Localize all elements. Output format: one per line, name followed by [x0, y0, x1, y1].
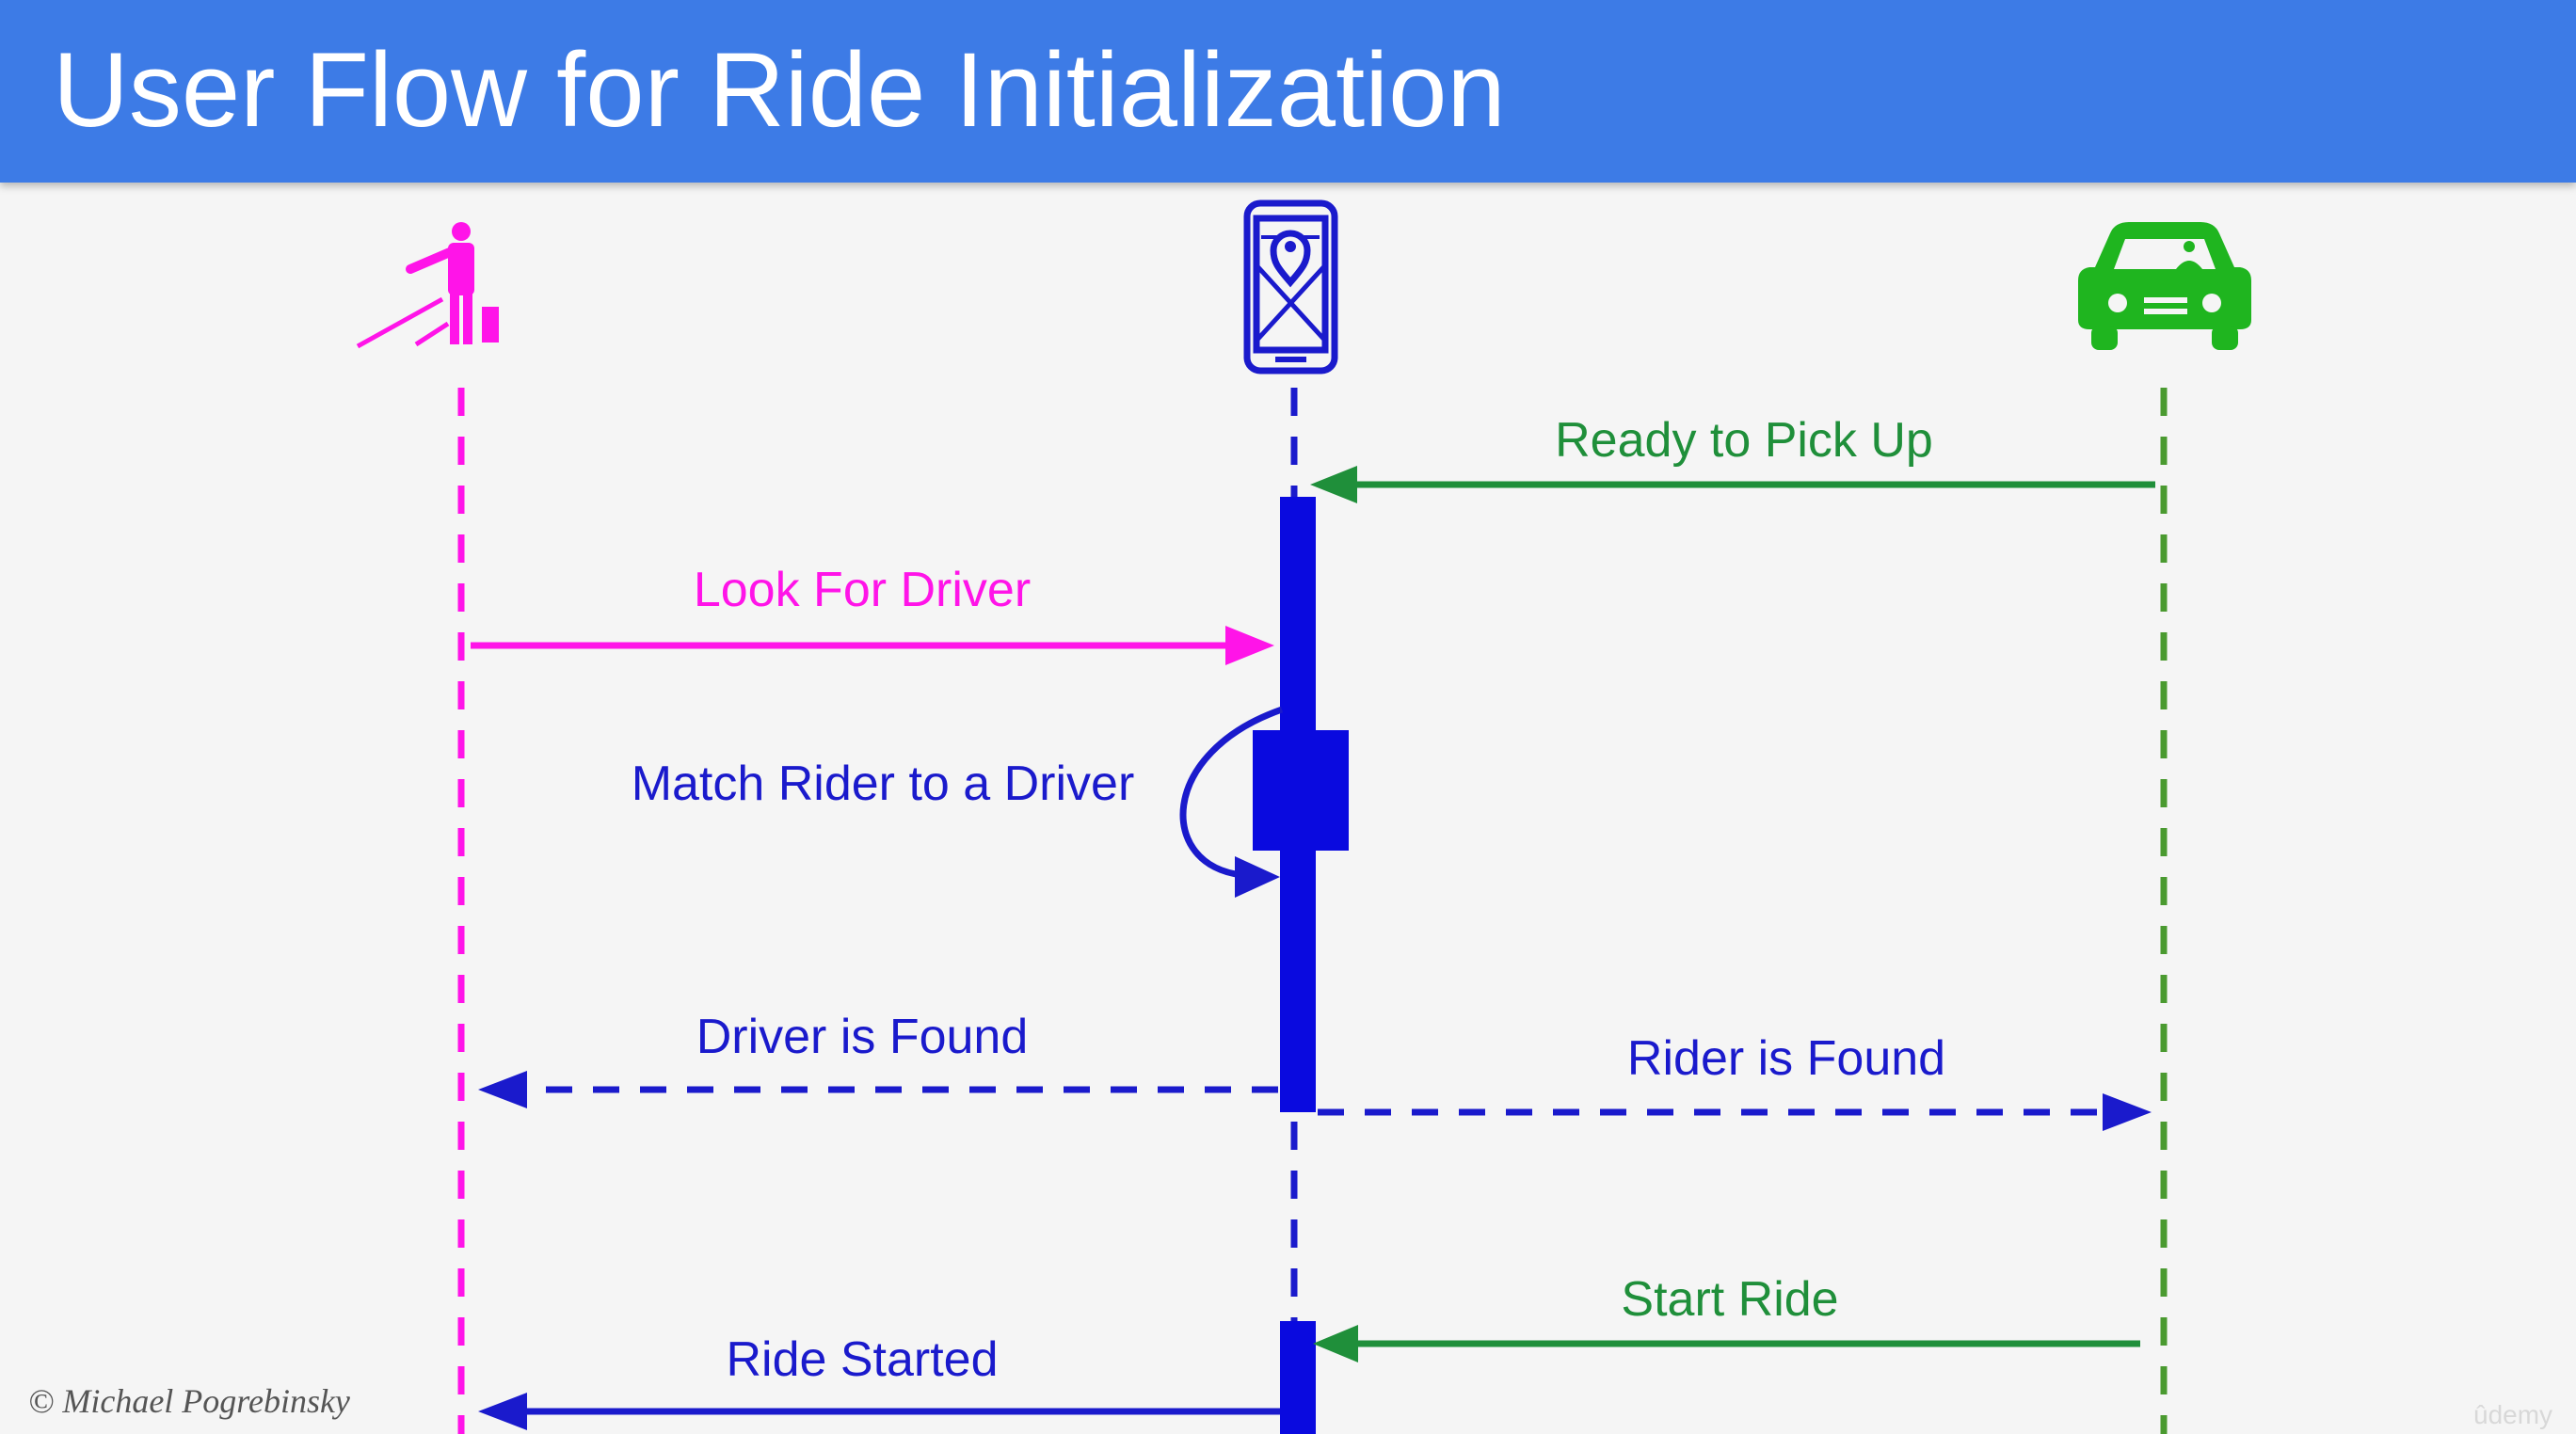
message-driver-is-found: Driver is Found — [478, 1010, 1278, 1108]
arrowhead — [478, 1393, 527, 1430]
arrowhead — [478, 1071, 527, 1108]
driver-car-icon — [2078, 222, 2251, 350]
copyright-notice: © Michael Pogrebinsky — [28, 1382, 350, 1420]
message-label: Look For Driver — [694, 563, 1031, 617]
arrowhead — [2103, 1093, 2152, 1131]
phone-map-app-icon — [1243, 199, 1338, 374]
message-label: Ride Started — [726, 1332, 998, 1387]
message-label: Ready to Pick Up — [1555, 413, 1933, 468]
message-start-ride: Start Ride — [1313, 1272, 2140, 1362]
rider-hailing-icon — [356, 222, 499, 349]
arrowhead — [1313, 1325, 1358, 1362]
message-label: Driver is Found — [696, 1010, 1029, 1064]
sequence-diagram: Ready to Pick Up Look For Driver Match R… — [356, 199, 2251, 1434]
arrowhead — [1235, 856, 1280, 898]
message-look-for-driver: Look For Driver — [471, 563, 1274, 665]
arrowhead — [1310, 466, 1357, 503]
udemy-watermark: ûdemy — [2473, 1400, 2553, 1429]
app-activation-bar-nested — [1253, 730, 1349, 851]
message-ride-started: Ride Started — [478, 1332, 1280, 1430]
message-match-rider-to-driver: Match Rider to a Driver — [632, 706, 1284, 898]
message-label: Match Rider to a Driver — [632, 757, 1135, 811]
message-rider-is-found: Rider is Found — [1318, 1031, 2152, 1131]
arrowhead — [1225, 626, 1274, 665]
message-label: Rider is Found — [1627, 1031, 1945, 1086]
message-label: Start Ride — [1621, 1272, 1838, 1327]
app-activation-bar-late — [1280, 1321, 1316, 1434]
message-ready-to-pick-up: Ready to Pick Up — [1310, 413, 2155, 503]
